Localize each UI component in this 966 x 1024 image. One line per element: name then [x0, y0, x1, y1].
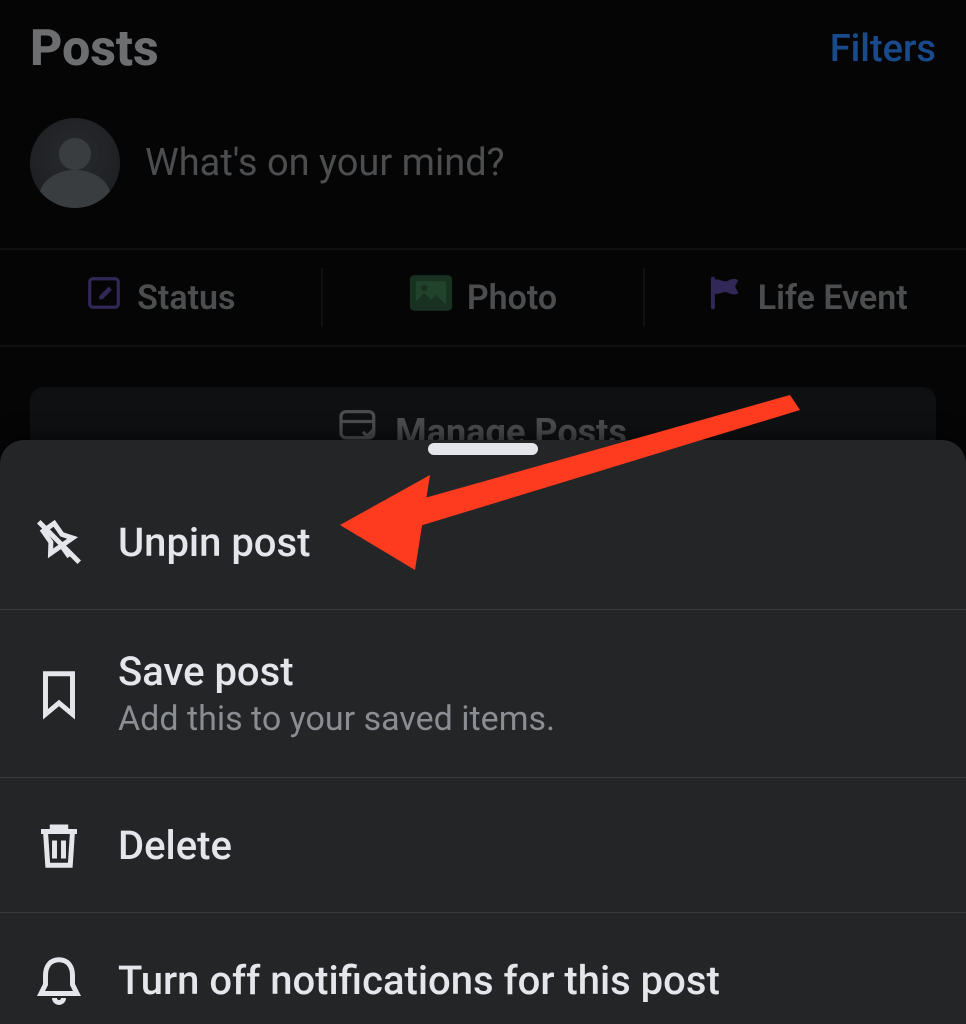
menu-item-notifications-off[interactable]: Turn off notifications for this post [0, 913, 966, 1024]
page-title: Posts [30, 20, 159, 78]
avatar[interactable] [30, 118, 120, 208]
menu-item-save[interactable]: Save post Add this to your saved items. [0, 610, 966, 778]
bookmark-icon [30, 665, 88, 723]
unpin-icon [30, 513, 88, 571]
composer-row[interactable]: What's on your mind? [0, 98, 966, 248]
tab-status-label: Status [137, 278, 235, 318]
menu-item-subtitle: Add this to your saved items. [118, 699, 555, 739]
bell-icon [30, 951, 88, 1009]
tab-photo[interactable]: Photo [323, 250, 644, 345]
tab-status[interactable]: Status [0, 250, 321, 345]
sheet-grabber[interactable] [428, 443, 538, 455]
action-sheet: Unpin post Save post Add this to your sa… [0, 440, 966, 1024]
tab-photo-label: Photo [467, 278, 557, 318]
flag-icon [704, 274, 744, 321]
composer-placeholder[interactable]: What's on your mind? [145, 141, 505, 185]
pencil-square-icon [85, 274, 123, 321]
menu-item-title: Save post [118, 648, 555, 695]
posts-header: Posts Filters [0, 0, 966, 98]
menu-item-title: Unpin post [118, 519, 310, 566]
action-menu: Unpin post Save post Add this to your sa… [0, 475, 966, 1024]
menu-item-title: Delete [118, 822, 232, 869]
screen: Posts Filters What's on your mind? Statu… [0, 0, 966, 1024]
menu-item-title: Turn off notifications for this post [118, 957, 720, 1004]
menu-item-unpin[interactable]: Unpin post [0, 475, 966, 610]
divider [0, 345, 966, 347]
filters-link[interactable]: Filters [830, 27, 936, 71]
tab-life-event-label: Life Event [758, 278, 908, 318]
post-type-tabs: Status Photo Life Event [0, 250, 966, 345]
tab-life-event[interactable]: Life Event [645, 250, 966, 345]
trash-icon [30, 816, 88, 874]
menu-item-delete[interactable]: Delete [0, 778, 966, 913]
photo-icon [409, 274, 453, 321]
